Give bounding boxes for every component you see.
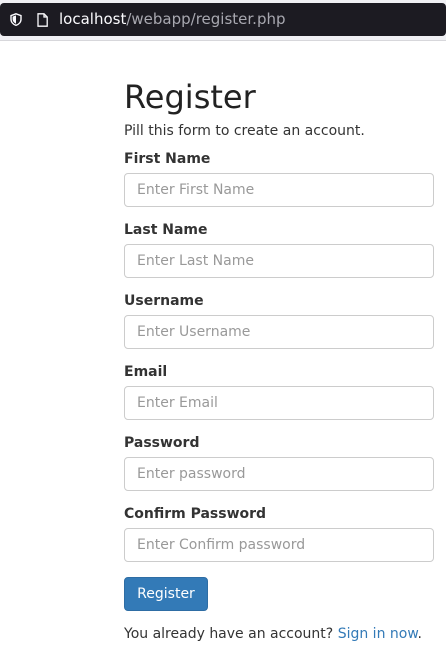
form-intro: Pill this form to create an account. xyxy=(124,123,365,139)
signin-link[interactable]: Sign in now xyxy=(338,626,418,642)
username-label: Username xyxy=(124,293,204,309)
first-name-label: First Name xyxy=(124,151,211,167)
register-button[interactable]: Register xyxy=(124,577,208,611)
username-input[interactable] xyxy=(124,315,434,349)
password-label: Password xyxy=(124,435,200,451)
password-input[interactable] xyxy=(124,457,434,491)
url-host: localhost xyxy=(59,10,127,28)
confirm-password-label: Confirm Password xyxy=(124,506,267,522)
signin-suffix: . xyxy=(417,626,422,642)
confirm-password-input[interactable] xyxy=(124,528,434,562)
signin-prompt: You already have an account? Sign in now… xyxy=(124,624,422,644)
last-name-input[interactable] xyxy=(124,244,434,278)
email-label: Email xyxy=(124,364,168,380)
signin-prompt-text: You already have an account? xyxy=(124,626,334,642)
page-title: Register xyxy=(124,78,256,116)
shield-icon[interactable] xyxy=(10,13,22,26)
page-icon xyxy=(37,13,48,27)
url-path: /webapp/register.php xyxy=(126,10,286,28)
url-bar[interactable]: localhost/webapp/register.php xyxy=(0,3,446,36)
last-name-label: Last Name xyxy=(124,222,208,238)
first-name-input[interactable] xyxy=(124,173,434,207)
url-text[interactable]: localhost/webapp/register.php xyxy=(59,3,286,36)
email-input[interactable] xyxy=(124,386,434,420)
browser-toolbar: localhost/webapp/register.php xyxy=(0,0,446,41)
